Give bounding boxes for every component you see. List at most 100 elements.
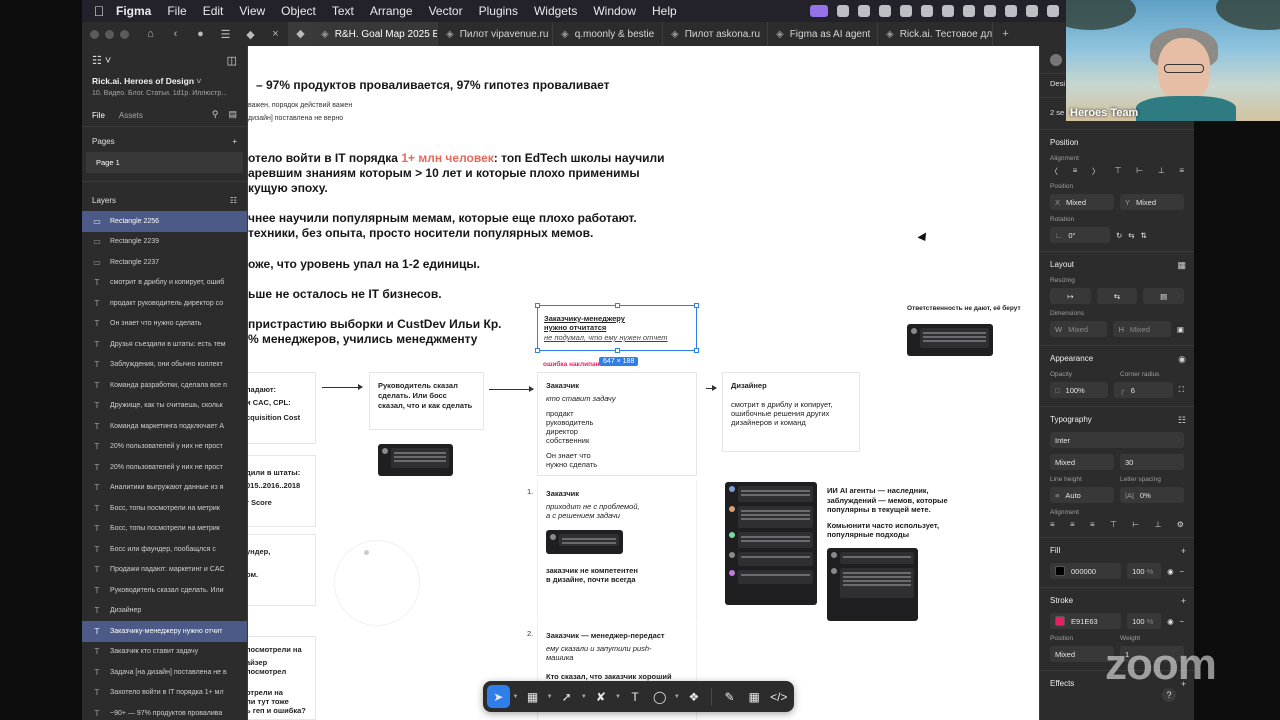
canvas-paragraph[interactable]: пристрастию выборки и CustDev Ильи Кр. [248,317,501,332]
stroke-color-input[interactable]: E91E63 [1050,613,1122,629]
resize-handle[interactable] [615,303,620,308]
text-align-center-icon[interactable]: ≡ [1070,520,1075,529]
layer-item[interactable]: T Захотело войти в IT порядка 1+ мл [82,683,247,704]
menu-view[interactable]: View [239,4,265,18]
flip-horizontal-icon[interactable]: ⇆ [1128,231,1134,240]
ai-agents-text[interactable]: ИИ AI агенты — наследник, заблуждений — … [827,486,948,540]
layer-item[interactable]: ▭ Rectangle 2256 [82,211,247,232]
menu-window[interactable]: Window [593,4,636,18]
canvas-paragraph[interactable]: кущую эпоху. [248,181,328,196]
move-tool-icon[interactable]: ➤ [487,685,510,708]
opacity-input[interactable]: □ 100% [1050,382,1109,398]
layer-item[interactable]: T Дизайнер [82,601,247,622]
font-family-select[interactable]: Inter [1050,432,1184,448]
actions-tool-icon[interactable]: ❖ [683,685,706,708]
tab-icon[interactable]: ● [188,28,213,40]
tray-app-icon[interactable] [858,5,870,17]
tab-vipavenue[interactable]: ◈ Пилот vipavenue.ru [438,22,553,46]
tab-askona[interactable]: ◈ Пилот askona.ru [663,22,768,46]
menu-edit[interactable]: Edit [203,4,224,18]
resize-handle[interactable] [535,348,540,353]
tab-figma-ai-agent[interactable]: ◈ Figma as AI agent [768,22,878,46]
card-manager[interactable]: Руководитель сказал сделать. Или босс ск… [369,372,484,430]
minimize-window-button[interactable] [105,29,114,39]
menu-text[interactable]: Text [332,4,354,18]
layer-item[interactable]: T ~90+ — 97% продуктов провалива [82,703,247,720]
layer-item[interactable]: T Заказчику-менеджеру нужно отчит [82,621,247,642]
menu-plugins[interactable]: Plugins [479,4,518,18]
card-boss-metrics[interactable]: посмотрели на айзер посмотрел отрели на … [248,636,316,720]
control-center-icon[interactable] [1047,5,1059,17]
layer-item[interactable]: T Босс, топы посмотрели на метрик [82,519,247,540]
canvas-paragraph[interactable]: оже, что уровень упал на 1-2 единицы. [248,257,480,272]
tab-icon[interactable]: × [263,28,288,40]
visibility-icon[interactable]: ◉ [1167,567,1174,576]
tab-assets[interactable]: Assets [119,111,143,120]
layer-item[interactable]: T Дружище, как ты считаешь, скольк [82,396,247,417]
home-icon[interactable]: ⌂ [138,28,163,40]
telegram-icon[interactable] [921,5,933,17]
menu-help[interactable]: Help [652,4,677,18]
card-designer[interactable]: Дизайнер смотрит в дриблу и копирует, ош… [722,372,860,452]
search-icon[interactable] [1026,5,1038,17]
resize-hug-button[interactable]: ⇆ [1096,288,1138,304]
chevron-down-icon[interactable]: ▼ [673,694,681,700]
y-input[interactable]: Y Mixed [1120,194,1184,210]
text-align-middle-icon[interactable]: ⊢ [1132,520,1139,529]
text-tool-icon[interactable]: T [624,685,647,708]
canvas-paragraph[interactable]: чнее научили популярным мемам, которые е… [248,211,637,226]
layer-item[interactable]: T Аналитики выгружают данные из я [82,478,247,499]
error-label[interactable]: ошибка наклипан [543,361,600,368]
tab-file[interactable]: File [92,111,105,120]
stroke-opacity-input[interactable]: 100 % [1127,613,1162,629]
canvas-note[interactable]: важен, порядок действий важен [248,102,352,109]
tab-goal-map[interactable]: ◈ R&H. Goal Map 2025 Без тике [313,22,438,46]
bluetooth-icon[interactable] [963,5,975,17]
search-icon[interactable]: ⚲ [212,109,219,120]
tab-icon[interactable]: ‹ [163,28,188,40]
width-input[interactable]: W Mixed [1050,321,1108,337]
visibility-icon[interactable]: ◉ [1178,354,1186,365]
distribute-icon[interactable]: ≡ [1179,166,1184,177]
x-input[interactable]: X Mixed [1050,194,1114,210]
page-item[interactable]: Page 1 [86,152,243,173]
chat-screenshot-long[interactable] [725,482,817,605]
draw-mode-icon[interactable]: ✎ [718,685,741,708]
tray-app-icon[interactable] [900,5,912,17]
text-settings-icon[interactable]: ⚙ [1177,520,1184,529]
type-settings-icon[interactable]: ☷ [1178,415,1186,426]
zoom-window-button[interactable] [120,29,129,39]
text-align-right-icon[interactable]: ≡ [1090,520,1095,529]
dropbox-icon[interactable] [942,5,954,17]
card-customer[interactable]: Заказчик кто ставит задачу продакт руков… [537,372,697,476]
card-trip[interactable]: дили в штаты: 015..2016..2018 r Score [248,455,316,527]
layer-item[interactable]: T Друзья съездили в штаты: есть тем [82,334,247,355]
user-avatar[interactable] [1050,54,1062,66]
layer-item[interactable]: ▭ Rectangle 2237 [82,252,247,273]
letter-spacing-input[interactable]: |A| 0% [1120,487,1184,503]
constrain-proportions-icon[interactable]: ▣ [1177,325,1184,334]
layers-sort-icon[interactable]: ☷ [230,196,237,205]
layer-item[interactable]: T Заблуждения, они обычно коллект [82,355,247,376]
resize-handle[interactable] [694,303,699,308]
fill-opacity-input[interactable]: 100 % [1127,563,1162,579]
tray-app-icon[interactable] [837,5,849,17]
responsibility-title[interactable]: Ответственность не дают, её берут [907,305,1021,312]
height-input[interactable]: H Mixed [1113,321,1171,337]
font-size-input[interactable]: 30 [1120,454,1184,470]
layer-item[interactable]: T Он знает что нужно сделать [82,314,247,335]
pen-tool-icon[interactable]: ➚ [555,685,578,708]
align-right-icon[interactable]: 〉 [1092,166,1100,177]
align-center-v-icon[interactable]: ⊢ [1136,166,1143,177]
apple-icon[interactable]:  [82,3,116,19]
battery-icon[interactable] [984,5,996,17]
visibility-icon[interactable]: ◉ [1167,617,1174,626]
chevron-down-icon[interactable]: ▼ [580,694,588,700]
canvas-paragraph[interactable]: отело войти в IT порядка 1+ млн человек:… [248,151,665,166]
auto-layout-icon[interactable]: ▦ [1177,260,1186,271]
line-height-input[interactable]: ≡ Auto [1050,487,1114,503]
layer-item[interactable]: Tсмотрит в дриблу и копирует, ошиб [82,273,247,294]
resize-handle[interactable] [535,303,540,308]
canvas-note[interactable]: дизайн] поставлена не верно [248,115,343,122]
resize-fixed-button[interactable]: ↦ [1050,288,1091,304]
